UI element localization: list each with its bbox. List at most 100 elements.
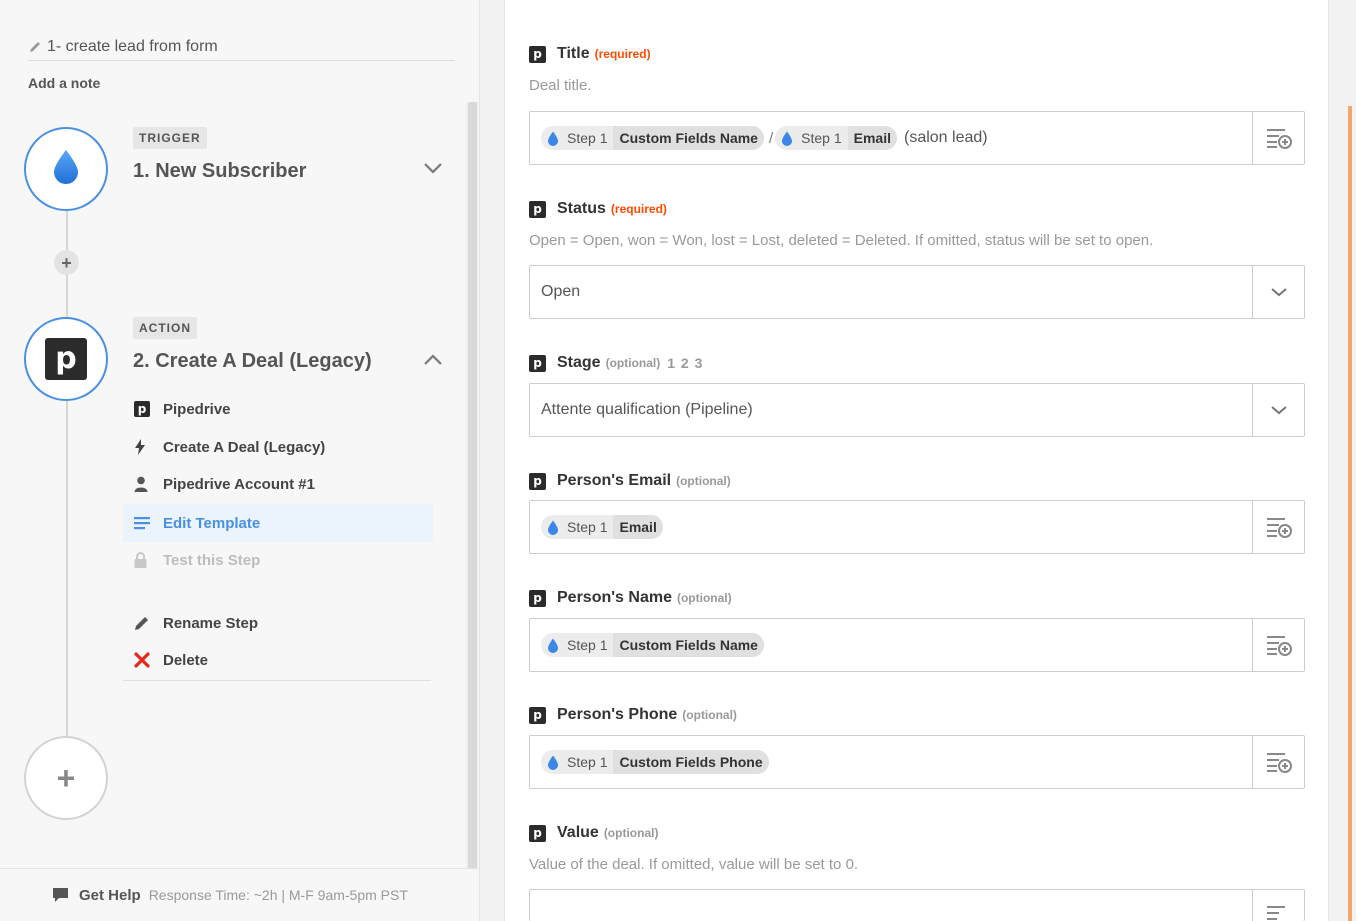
field-label-text: Value xyxy=(557,824,599,841)
menu-item-edit-template[interactable]: Edit Template xyxy=(123,504,433,542)
rename-step-label: Rename Step xyxy=(163,614,259,632)
chevron-down-icon xyxy=(1270,406,1287,415)
lock-icon xyxy=(134,552,147,568)
title-field-label: p Title (required) xyxy=(529,45,651,63)
token-step: Step 1 xyxy=(567,754,608,770)
trigger-badge: TRIGGER xyxy=(133,127,207,149)
field-token[interactable]: Step 1 Custom Fields Name xyxy=(541,633,764,657)
close-x-icon xyxy=(134,652,150,668)
title-field-help: Deal title. xyxy=(529,77,592,94)
list-add-icon xyxy=(1266,636,1292,656)
token-step: Step 1 xyxy=(567,130,608,146)
chevron-up-icon[interactable] xyxy=(423,353,443,367)
stage-dropdown-toggle[interactable] xyxy=(1252,384,1304,436)
chevron-down-icon[interactable] xyxy=(423,161,443,175)
droplet-icon xyxy=(547,638,559,653)
token-field: Custom Fields Phone xyxy=(613,750,769,774)
field-label-text: Person's Phone xyxy=(557,706,678,723)
chat-bubble-icon xyxy=(52,887,69,903)
get-help-bar[interactable]: Get Help Response Time: ~2h | M-F 9am-5p… xyxy=(0,868,480,921)
trigger-step-icon[interactable] xyxy=(24,127,108,211)
response-time-text: Response Time: ~2h | M-F 9am-5pm PST xyxy=(148,887,408,903)
person-phone-input[interactable]: Step 1 Custom Fields Phone xyxy=(529,735,1305,789)
person-phone-field-label: p Person's Phone (optional) xyxy=(529,706,737,724)
token-field: Email xyxy=(613,515,663,539)
field-label-text: Stage xyxy=(557,354,601,371)
field-label-text: Title xyxy=(557,45,590,62)
person-email-input[interactable]: Step 1 Email xyxy=(529,500,1305,554)
add-step-button[interactable]: + xyxy=(24,736,108,820)
field-token[interactable]: Step 1 Email xyxy=(541,515,663,539)
optional-tag: (optional) xyxy=(603,826,659,840)
status-field-help: Open = Open, won = Won, lost = Lost, del… xyxy=(529,232,1154,249)
delete-step-button[interactable]: Delete xyxy=(123,641,431,679)
droplet-icon xyxy=(547,520,559,535)
pipedrive-logo-icon: p xyxy=(529,824,546,842)
pipedrive-logo-icon: p xyxy=(529,45,546,63)
status-dropdown-toggle[interactable] xyxy=(1252,266,1304,318)
field-label-text: Status xyxy=(557,200,606,217)
get-help-label[interactable]: Get Help xyxy=(79,887,141,904)
zap-name-field[interactable]: 1- create lead from form xyxy=(28,34,455,61)
status-select[interactable]: Open xyxy=(529,265,1305,319)
chevron-down-icon xyxy=(1270,288,1287,297)
menu-item-label: Edit Template xyxy=(163,514,261,532)
field-label-text: Person's Email xyxy=(557,472,672,489)
person-name-field-label: p Person's Name (optional) xyxy=(529,589,732,607)
insert-data-button[interactable] xyxy=(1252,501,1304,553)
delete-step-label: Delete xyxy=(163,651,209,669)
rename-step-button[interactable]: Rename Step xyxy=(123,604,431,642)
list-lines-icon xyxy=(134,517,150,530)
field-token[interactable]: Step 1 Custom Fields Phone xyxy=(541,750,769,774)
trigger-step-title[interactable]: 1. New Subscriber xyxy=(133,160,306,183)
status-field-label: p Status (required) xyxy=(529,200,667,218)
token-step: Step 1 xyxy=(801,130,842,146)
menu-item-label: Test this Step xyxy=(163,551,261,569)
form-scrollbar[interactable] xyxy=(1348,106,1352,921)
optional-tag: (optional) xyxy=(682,708,737,722)
field-token[interactable]: Step 1 Email xyxy=(775,126,897,150)
title-input[interactable]: Step 1 Custom Fields Name / Step 1 Email… xyxy=(529,111,1305,165)
value-input[interactable] xyxy=(529,889,1305,921)
pipedrive-logo-icon: p xyxy=(529,706,546,724)
menu-item-test-step[interactable]: Test this Step xyxy=(123,541,433,579)
insert-data-button[interactable] xyxy=(1252,619,1304,671)
list-add-icon xyxy=(1266,129,1292,149)
stage-select[interactable]: Attente qualification (Pipeline) xyxy=(529,383,1305,437)
value-field-label: p Value (optional) xyxy=(529,824,658,842)
person-name-input[interactable]: Step 1 Custom Fields Name xyxy=(529,618,1305,672)
field-token[interactable]: Step 1 Custom Fields Name xyxy=(541,126,764,150)
pipedrive-logo-icon: p xyxy=(529,472,546,490)
stage-selected-value: Attente qualification (Pipeline) xyxy=(541,401,753,418)
insert-data-button[interactable] xyxy=(1252,890,1304,921)
droplet-icon xyxy=(52,149,80,190)
action-badge: ACTION xyxy=(133,317,197,339)
add-note-link[interactable]: Add a note xyxy=(28,75,100,91)
stage-pipeline-numbers[interactable]: 1 2 3 xyxy=(667,355,703,371)
menu-item-app[interactable]: p Pipedrive xyxy=(123,390,433,428)
list-add-icon xyxy=(1266,753,1292,773)
status-selected-value: Open xyxy=(541,283,581,300)
action-step-icon[interactable]: p xyxy=(24,317,108,401)
list-add-icon xyxy=(1266,518,1292,538)
action-step-title[interactable]: 2. Create A Deal (Legacy) xyxy=(133,350,372,373)
optional-tag: (optional) xyxy=(605,356,661,370)
menu-item-account[interactable]: Pipedrive Account #1 xyxy=(123,465,433,503)
token-separator: / xyxy=(768,129,774,147)
insert-data-button[interactable] xyxy=(1252,736,1304,788)
pipedrive-logo-icon: p xyxy=(134,401,150,417)
pencil-icon xyxy=(135,617,148,630)
menu-divider xyxy=(123,680,431,681)
required-tag: (required) xyxy=(610,202,667,216)
menu-item-action-event[interactable]: Create A Deal (Legacy) xyxy=(123,428,433,466)
sidebar-scrollbar-thumb[interactable] xyxy=(468,102,477,868)
insert-data-button[interactable] xyxy=(1252,112,1304,164)
token-field: Custom Fields Name xyxy=(613,633,764,657)
optional-tag: (optional) xyxy=(676,474,731,488)
required-tag: (required) xyxy=(594,47,651,61)
editor-sidebar: 1- create lead from form Add a note TRIG… xyxy=(0,0,480,921)
pipedrive-logo-icon: p xyxy=(529,354,546,372)
person-email-field-label: p Person's Email (optional) xyxy=(529,472,731,490)
insert-step-button[interactable]: + xyxy=(54,250,79,275)
token-field: Email xyxy=(847,126,897,150)
